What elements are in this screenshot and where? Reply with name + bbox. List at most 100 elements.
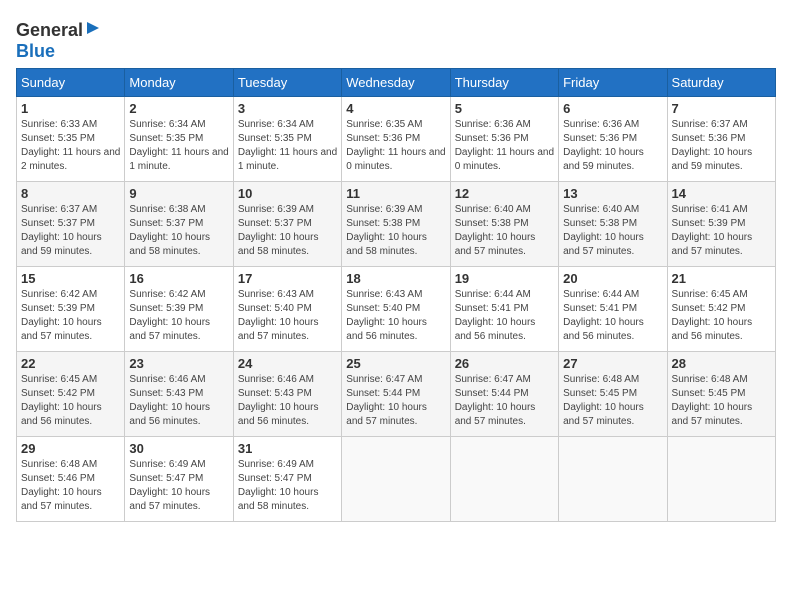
calendar-day-10: 10 Sunrise: 6:39 AM Sunset: 5:37 PM Dayl… <box>233 182 341 267</box>
day-info: Sunrise: 6:44 AM Sunset: 5:41 PM Dayligh… <box>563 288 662 344</box>
day-info: Sunrise: 6:42 AM Sunset: 5:39 PM Dayligh… <box>21 288 120 344</box>
calendar-week-4: 22 Sunrise: 6:45 AM Sunset: 5:42 PM Dayl… <box>17 352 776 437</box>
column-header-sunday: Sunday <box>17 69 125 97</box>
day-number: 2 <box>129 101 228 116</box>
calendar-day-13: 13 Sunrise: 6:40 AM Sunset: 5:38 PM Dayl… <box>559 182 667 267</box>
calendar-day-22: 22 Sunrise: 6:45 AM Sunset: 5:42 PM Dayl… <box>17 352 125 437</box>
calendar-day-2: 2 Sunrise: 6:34 AM Sunset: 5:35 PM Dayli… <box>125 97 233 182</box>
day-info: Sunrise: 6:45 AM Sunset: 5:42 PM Dayligh… <box>21 373 120 429</box>
calendar-day-6: 6 Sunrise: 6:36 AM Sunset: 5:36 PM Dayli… <box>559 97 667 182</box>
day-info: Sunrise: 6:47 AM Sunset: 5:44 PM Dayligh… <box>346 373 445 429</box>
day-number: 24 <box>238 356 337 371</box>
day-number: 22 <box>21 356 120 371</box>
day-info: Sunrise: 6:46 AM Sunset: 5:43 PM Dayligh… <box>238 373 337 429</box>
day-number: 14 <box>672 186 771 201</box>
calendar-day-19: 19 Sunrise: 6:44 AM Sunset: 5:41 PM Dayl… <box>450 267 558 352</box>
day-number: 13 <box>563 186 662 201</box>
calendar-day-4: 4 Sunrise: 6:35 AM Sunset: 5:36 PM Dayli… <box>342 97 450 182</box>
day-info: Sunrise: 6:34 AM Sunset: 5:35 PM Dayligh… <box>129 118 228 174</box>
page-header: General Blue <box>16 16 776 62</box>
day-number: 18 <box>346 271 445 286</box>
calendar-table: SundayMondayTuesdayWednesdayThursdayFrid… <box>16 68 776 522</box>
day-number: 12 <box>455 186 554 201</box>
day-info: Sunrise: 6:35 AM Sunset: 5:36 PM Dayligh… <box>346 118 445 174</box>
calendar-day-5: 5 Sunrise: 6:36 AM Sunset: 5:36 PM Dayli… <box>450 97 558 182</box>
calendar-week-1: 1 Sunrise: 6:33 AM Sunset: 5:35 PM Dayli… <box>17 97 776 182</box>
day-info: Sunrise: 6:46 AM Sunset: 5:43 PM Dayligh… <box>129 373 228 429</box>
day-number: 28 <box>672 356 771 371</box>
calendar-day-31: 31 Sunrise: 6:49 AM Sunset: 5:47 PM Dayl… <box>233 437 341 522</box>
day-number: 26 <box>455 356 554 371</box>
day-info: Sunrise: 6:43 AM Sunset: 5:40 PM Dayligh… <box>346 288 445 344</box>
day-number: 7 <box>672 101 771 116</box>
day-number: 11 <box>346 186 445 201</box>
day-number: 5 <box>455 101 554 116</box>
day-info: Sunrise: 6:43 AM Sunset: 5:40 PM Dayligh… <box>238 288 337 344</box>
day-info: Sunrise: 6:37 AM Sunset: 5:37 PM Dayligh… <box>21 203 120 259</box>
day-number: 20 <box>563 271 662 286</box>
calendar-day-1: 1 Sunrise: 6:33 AM Sunset: 5:35 PM Dayli… <box>17 97 125 182</box>
calendar-day-14: 14 Sunrise: 6:41 AM Sunset: 5:39 PM Dayl… <box>667 182 775 267</box>
day-info: Sunrise: 6:48 AM Sunset: 5:46 PM Dayligh… <box>21 458 120 514</box>
empty-day <box>342 437 450 522</box>
calendar-day-26: 26 Sunrise: 6:47 AM Sunset: 5:44 PM Dayl… <box>450 352 558 437</box>
calendar-week-2: 8 Sunrise: 6:37 AM Sunset: 5:37 PM Dayli… <box>17 182 776 267</box>
day-info: Sunrise: 6:40 AM Sunset: 5:38 PM Dayligh… <box>455 203 554 259</box>
day-info: Sunrise: 6:48 AM Sunset: 5:45 PM Dayligh… <box>563 373 662 429</box>
column-header-saturday: Saturday <box>667 69 775 97</box>
day-info: Sunrise: 6:38 AM Sunset: 5:37 PM Dayligh… <box>129 203 228 259</box>
column-header-tuesday: Tuesday <box>233 69 341 97</box>
calendar-day-11: 11 Sunrise: 6:39 AM Sunset: 5:38 PM Dayl… <box>342 182 450 267</box>
calendar-header-row: SundayMondayTuesdayWednesdayThursdayFrid… <box>17 69 776 97</box>
day-info: Sunrise: 6:49 AM Sunset: 5:47 PM Dayligh… <box>238 458 337 514</box>
calendar-week-5: 29 Sunrise: 6:48 AM Sunset: 5:46 PM Dayl… <box>17 437 776 522</box>
logo: General Blue <box>16 20 101 62</box>
calendar-day-15: 15 Sunrise: 6:42 AM Sunset: 5:39 PM Dayl… <box>17 267 125 352</box>
day-info: Sunrise: 6:45 AM Sunset: 5:42 PM Dayligh… <box>672 288 771 344</box>
empty-day <box>667 437 775 522</box>
day-info: Sunrise: 6:33 AM Sunset: 5:35 PM Dayligh… <box>21 118 120 174</box>
day-number: 16 <box>129 271 228 286</box>
calendar-day-7: 7 Sunrise: 6:37 AM Sunset: 5:36 PM Dayli… <box>667 97 775 182</box>
day-number: 8 <box>21 186 120 201</box>
empty-day <box>559 437 667 522</box>
day-number: 30 <box>129 441 228 456</box>
day-number: 3 <box>238 101 337 116</box>
day-info: Sunrise: 6:37 AM Sunset: 5:36 PM Dayligh… <box>672 118 771 174</box>
day-number: 17 <box>238 271 337 286</box>
calendar-day-8: 8 Sunrise: 6:37 AM Sunset: 5:37 PM Dayli… <box>17 182 125 267</box>
calendar-day-20: 20 Sunrise: 6:44 AM Sunset: 5:41 PM Dayl… <box>559 267 667 352</box>
calendar-day-9: 9 Sunrise: 6:38 AM Sunset: 5:37 PM Dayli… <box>125 182 233 267</box>
day-info: Sunrise: 6:49 AM Sunset: 5:47 PM Dayligh… <box>129 458 228 514</box>
calendar-day-12: 12 Sunrise: 6:40 AM Sunset: 5:38 PM Dayl… <box>450 182 558 267</box>
day-info: Sunrise: 6:39 AM Sunset: 5:37 PM Dayligh… <box>238 203 337 259</box>
day-number: 1 <box>21 101 120 116</box>
day-number: 10 <box>238 186 337 201</box>
calendar-day-25: 25 Sunrise: 6:47 AM Sunset: 5:44 PM Dayl… <box>342 352 450 437</box>
day-number: 6 <box>563 101 662 116</box>
column-header-friday: Friday <box>559 69 667 97</box>
day-number: 4 <box>346 101 445 116</box>
day-number: 9 <box>129 186 228 201</box>
day-number: 27 <box>563 356 662 371</box>
calendar-day-3: 3 Sunrise: 6:34 AM Sunset: 5:35 PM Dayli… <box>233 97 341 182</box>
day-info: Sunrise: 6:41 AM Sunset: 5:39 PM Dayligh… <box>672 203 771 259</box>
calendar-day-30: 30 Sunrise: 6:49 AM Sunset: 5:47 PM Dayl… <box>125 437 233 522</box>
day-number: 19 <box>455 271 554 286</box>
day-number: 23 <box>129 356 228 371</box>
day-info: Sunrise: 6:39 AM Sunset: 5:38 PM Dayligh… <box>346 203 445 259</box>
day-number: 31 <box>238 441 337 456</box>
column-header-wednesday: Wednesday <box>342 69 450 97</box>
day-info: Sunrise: 6:34 AM Sunset: 5:35 PM Dayligh… <box>238 118 337 174</box>
column-header-monday: Monday <box>125 69 233 97</box>
day-number: 15 <box>21 271 120 286</box>
day-number: 29 <box>21 441 120 456</box>
day-info: Sunrise: 6:42 AM Sunset: 5:39 PM Dayligh… <box>129 288 228 344</box>
empty-day <box>450 437 558 522</box>
day-info: Sunrise: 6:44 AM Sunset: 5:41 PM Dayligh… <box>455 288 554 344</box>
logo-general: General <box>16 20 83 41</box>
calendar-week-3: 15 Sunrise: 6:42 AM Sunset: 5:39 PM Dayl… <box>17 267 776 352</box>
calendar-day-18: 18 Sunrise: 6:43 AM Sunset: 5:40 PM Dayl… <box>342 267 450 352</box>
day-number: 25 <box>346 356 445 371</box>
day-info: Sunrise: 6:36 AM Sunset: 5:36 PM Dayligh… <box>563 118 662 174</box>
